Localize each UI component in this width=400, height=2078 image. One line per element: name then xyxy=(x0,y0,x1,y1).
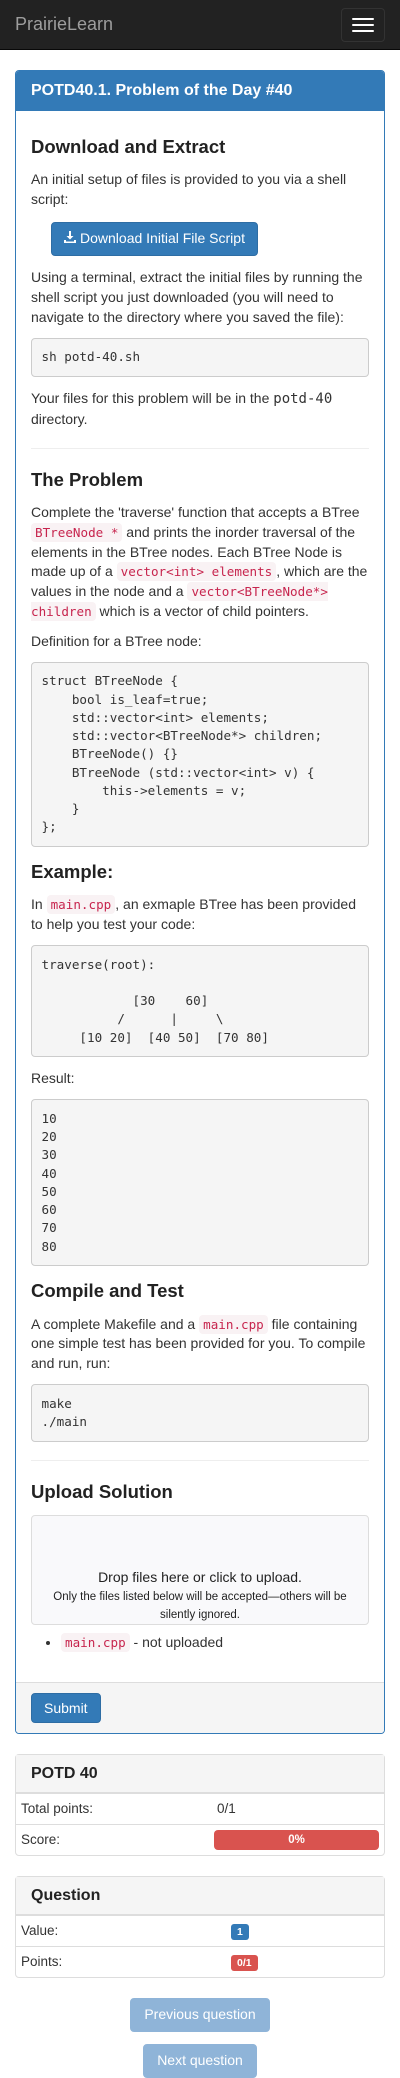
file-dropzone[interactable]: Drop files here or click to upload. Only… xyxy=(31,1514,369,1625)
file-name: main.cpp xyxy=(61,1632,130,1652)
example-description: In main.cpp, an exmaple BTree has been p… xyxy=(31,895,356,933)
score-progress-bar: 0% xyxy=(214,1829,379,1850)
result-output: 10 20 30 40 50 60 70 80 xyxy=(31,1099,369,1267)
hamburger-icon xyxy=(352,17,374,20)
download-script-button[interactable]: Download Initial File Script xyxy=(51,222,258,256)
download-button-label: Download Initial File Script xyxy=(80,230,245,247)
compile-heading: Compile and Test xyxy=(31,1280,184,1302)
points-badge: 0/1 xyxy=(231,1955,258,1972)
main-container: POTD40.1. Problem of the Day #40 Downloa… xyxy=(0,50,400,2078)
compile-description: A complete Makefile and a main.cpp file … xyxy=(31,1314,366,1372)
upload-heading: Upload Solution xyxy=(31,1480,173,1502)
value-badge: 1 xyxy=(231,1924,249,1941)
directory-name: potd-40 xyxy=(273,390,333,407)
total-points-label: Total points: xyxy=(21,1801,94,1817)
file-status: - not uploaded xyxy=(129,1633,224,1650)
inline-code: vector<int> elements xyxy=(116,562,277,582)
download-icon xyxy=(64,229,76,249)
total-points-value: 0/1 xyxy=(217,1801,236,1817)
problem-heading: The Problem xyxy=(31,468,144,490)
example-heading: Example: xyxy=(31,861,114,883)
question-footer: Submit xyxy=(16,1681,384,1733)
download-heading: Download and Extract xyxy=(31,136,226,157)
question-navigation: Previous question Next question xyxy=(15,1997,385,2078)
download-instructions: Using a terminal, extract the initial fi… xyxy=(31,268,363,325)
files-directory-text: Your files for this problem will be in t… xyxy=(31,389,333,427)
question-panel: POTD40.1. Problem of the Day #40 Downloa… xyxy=(15,70,385,1734)
definition-label: Definition for a BTree node: xyxy=(31,633,202,650)
score-row: Score: 0% xyxy=(16,1823,384,1855)
inline-code: BTreeNode * xyxy=(31,522,123,542)
question-info-title: Question xyxy=(16,1876,384,1915)
list-item: main.cpp - not uploaded xyxy=(61,1632,369,1653)
question-title: POTD40.1. Problem of the Day #40 xyxy=(16,71,384,111)
previous-question-button[interactable]: Previous question xyxy=(130,1997,270,2032)
navbar: PrairieLearn xyxy=(0,0,400,50)
submit-button[interactable]: Submit xyxy=(31,1692,101,1723)
points-row: Points: 0/1 xyxy=(16,1945,384,1977)
total-points-row: Total points: 0/1 xyxy=(16,1792,384,1824)
problem-description: Complete the 'traverse' function that ac… xyxy=(31,503,368,622)
points-label: Points: xyxy=(21,1954,63,1970)
assessment-score-panel: POTD 40 Total points: 0/1 Score: 0% xyxy=(15,1753,385,1856)
btree-definition-code: struct BTreeNode { bool is_leaf=true; st… xyxy=(31,661,369,848)
dropzone-sub-text: Only the files listed below will be acce… xyxy=(53,1590,347,1622)
example-tree-code: traverse(root): [30 60] / | \ [10 20] [4… xyxy=(31,945,369,1058)
value-label: Value: xyxy=(21,1923,59,1939)
value-row: Value: 1 xyxy=(16,1914,384,1946)
result-label: Result: xyxy=(31,1070,75,1087)
divider xyxy=(31,1459,369,1461)
download-intro: An initial setup of files is provided to… xyxy=(31,171,347,208)
dropzone-main-text: Drop files here or click to upload. xyxy=(98,1568,302,1585)
question-info-panel: Question Value: 1 Points: 0/1 xyxy=(15,1875,385,1978)
required-files-list: main.cpp - not uploaded xyxy=(61,1632,369,1653)
inline-code: main.cpp xyxy=(46,895,116,915)
question-body: Download and Extract An initial setup of… xyxy=(16,111,384,1682)
menu-toggle-button[interactable] xyxy=(341,7,385,42)
score-label: Score: xyxy=(21,1832,61,1848)
next-question-button[interactable]: Next question xyxy=(143,2043,257,2078)
compile-command-block: make ./main xyxy=(31,1384,369,1442)
inline-code: main.cpp xyxy=(199,1314,268,1334)
assessment-title: POTD 40 xyxy=(16,1754,384,1793)
shell-command-block: sh potd-40.sh xyxy=(31,337,369,377)
brand-link[interactable]: PrairieLearn xyxy=(15,12,113,38)
divider xyxy=(31,447,369,449)
